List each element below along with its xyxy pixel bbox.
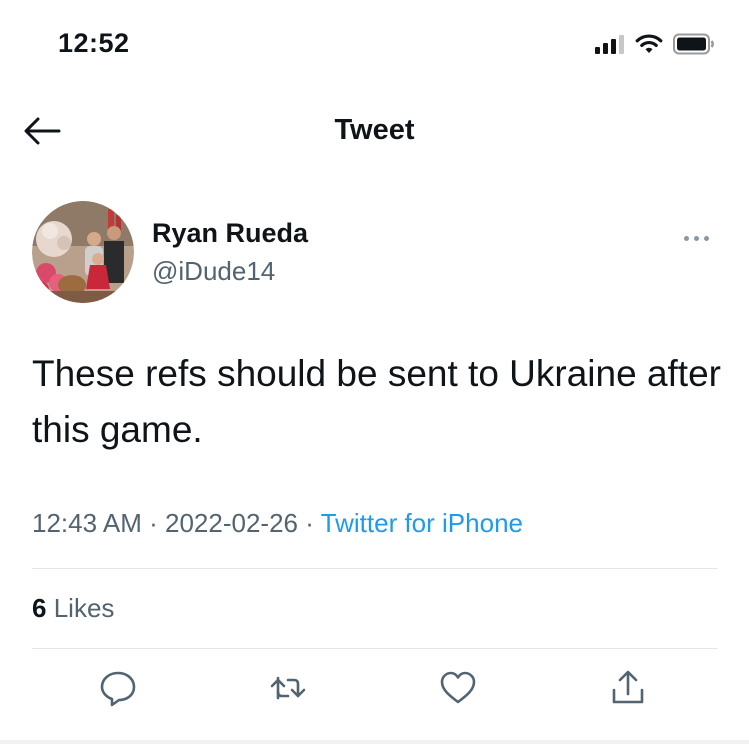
- author-handle[interactable]: @iDude14: [152, 256, 275, 287]
- tweet-source-link[interactable]: Twitter for iPhone: [321, 508, 523, 538]
- profile-photo: [32, 201, 134, 303]
- battery-icon: [673, 33, 715, 60]
- likes-label: Likes: [53, 593, 115, 623]
- author-display-name[interactable]: Ryan Rueda: [152, 218, 308, 249]
- status-icons: [595, 33, 715, 60]
- cellular-signal-icon: [595, 34, 625, 59]
- status-bar: 12:52: [0, 0, 749, 90]
- status-time: 12:52: [58, 28, 130, 58]
- more-dot-icon: [703, 235, 709, 241]
- action-bar: [0, 668, 749, 716]
- divider: [32, 648, 718, 649]
- page-title: Tweet: [334, 114, 415, 146]
- reply-icon: [98, 668, 138, 713]
- meta-separator: ·: [305, 508, 314, 538]
- tweet-date: 2022-02-26: [165, 508, 298, 538]
- nav-bar: Tweet: [0, 100, 749, 166]
- wifi-icon: [635, 33, 663, 60]
- like-icon: [438, 668, 478, 713]
- tweet-time: 12:43 AM: [32, 508, 142, 538]
- more-options-button[interactable]: [676, 228, 716, 248]
- reply-button[interactable]: [96, 668, 140, 712]
- retweet-icon: [268, 668, 308, 713]
- tweet-meta: 12:43 AM · 2022-02-26 · Twitter for iPho…: [32, 508, 523, 539]
- like-button[interactable]: [436, 668, 480, 712]
- share-icon: [608, 668, 648, 713]
- divider: [32, 568, 718, 569]
- likes-summary[interactable]: 6 Likes: [32, 593, 114, 624]
- retweet-button[interactable]: [266, 668, 310, 712]
- share-button[interactable]: [606, 668, 650, 712]
- likes-count: 6: [32, 593, 47, 623]
- bottom-edge: [0, 740, 749, 744]
- tweet-header: Ryan Rueda @iDude14: [32, 198, 722, 308]
- meta-separator: ·: [149, 508, 158, 538]
- avatar[interactable]: [32, 201, 134, 303]
- more-dot-icon: [683, 235, 689, 241]
- tweet-text: These refs should be sent to Ukraine aft…: [32, 353, 721, 450]
- more-dot-icon: [693, 235, 699, 241]
